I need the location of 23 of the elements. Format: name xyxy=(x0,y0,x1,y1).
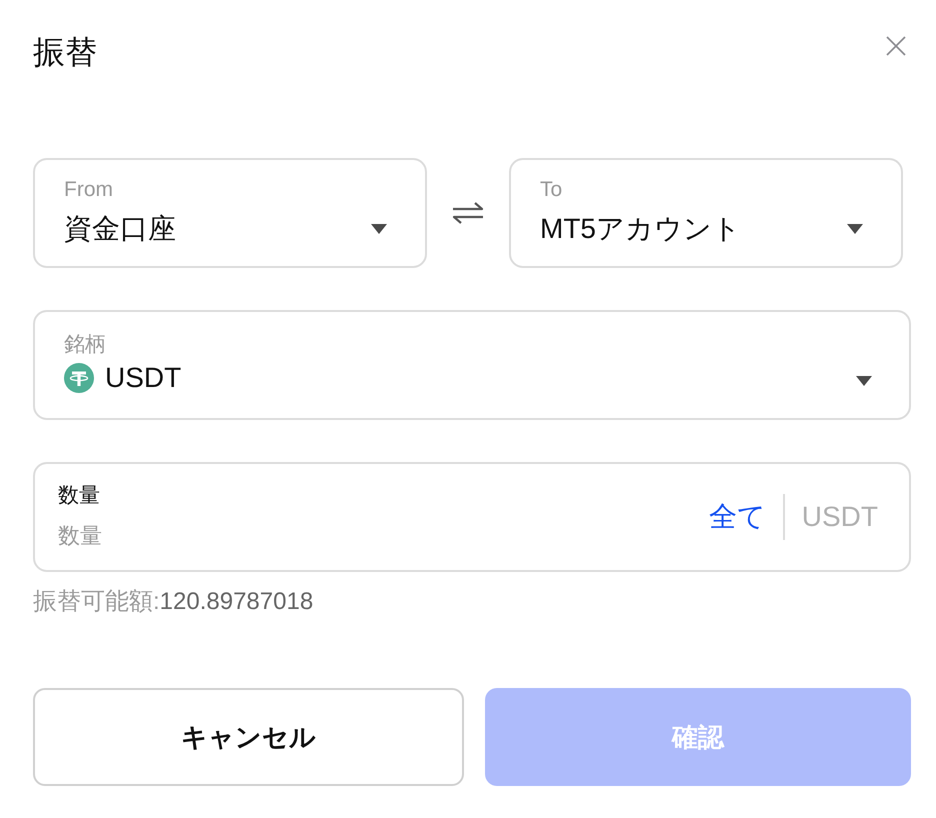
coin-icon xyxy=(64,363,94,393)
to-account-select[interactable]: To MT5アカウント xyxy=(509,158,903,268)
amount-label: 数量 xyxy=(58,483,100,509)
available-amount: 120.89787018 xyxy=(160,588,314,615)
to-label: To xyxy=(540,177,562,203)
caret-icon xyxy=(847,224,863,234)
asset-value: USDT xyxy=(105,361,182,395)
from-account-value: 資金口座 xyxy=(64,212,176,246)
max-link[interactable]: 全て xyxy=(708,499,766,535)
unit-label: USDT xyxy=(802,500,878,534)
from-account-select[interactable]: From 資金口座 xyxy=(33,158,427,268)
from-label: From xyxy=(64,177,113,203)
caret-icon xyxy=(856,376,872,386)
close-icon[interactable] xyxy=(886,36,906,56)
caret-icon xyxy=(371,224,387,234)
dialog-title: 振替 xyxy=(33,33,97,72)
cancel-button[interactable]: キャンセル xyxy=(33,688,464,786)
to-account-value: MT5アカウント xyxy=(540,212,741,246)
asset-select[interactable]: 銘柄 USDT xyxy=(33,310,911,420)
asset-label: 銘柄 xyxy=(64,332,106,358)
amount-input[interactable]: 数量 xyxy=(58,521,358,551)
available-label: 振替可能額: xyxy=(33,588,160,615)
swap-icon[interactable] xyxy=(451,202,485,224)
